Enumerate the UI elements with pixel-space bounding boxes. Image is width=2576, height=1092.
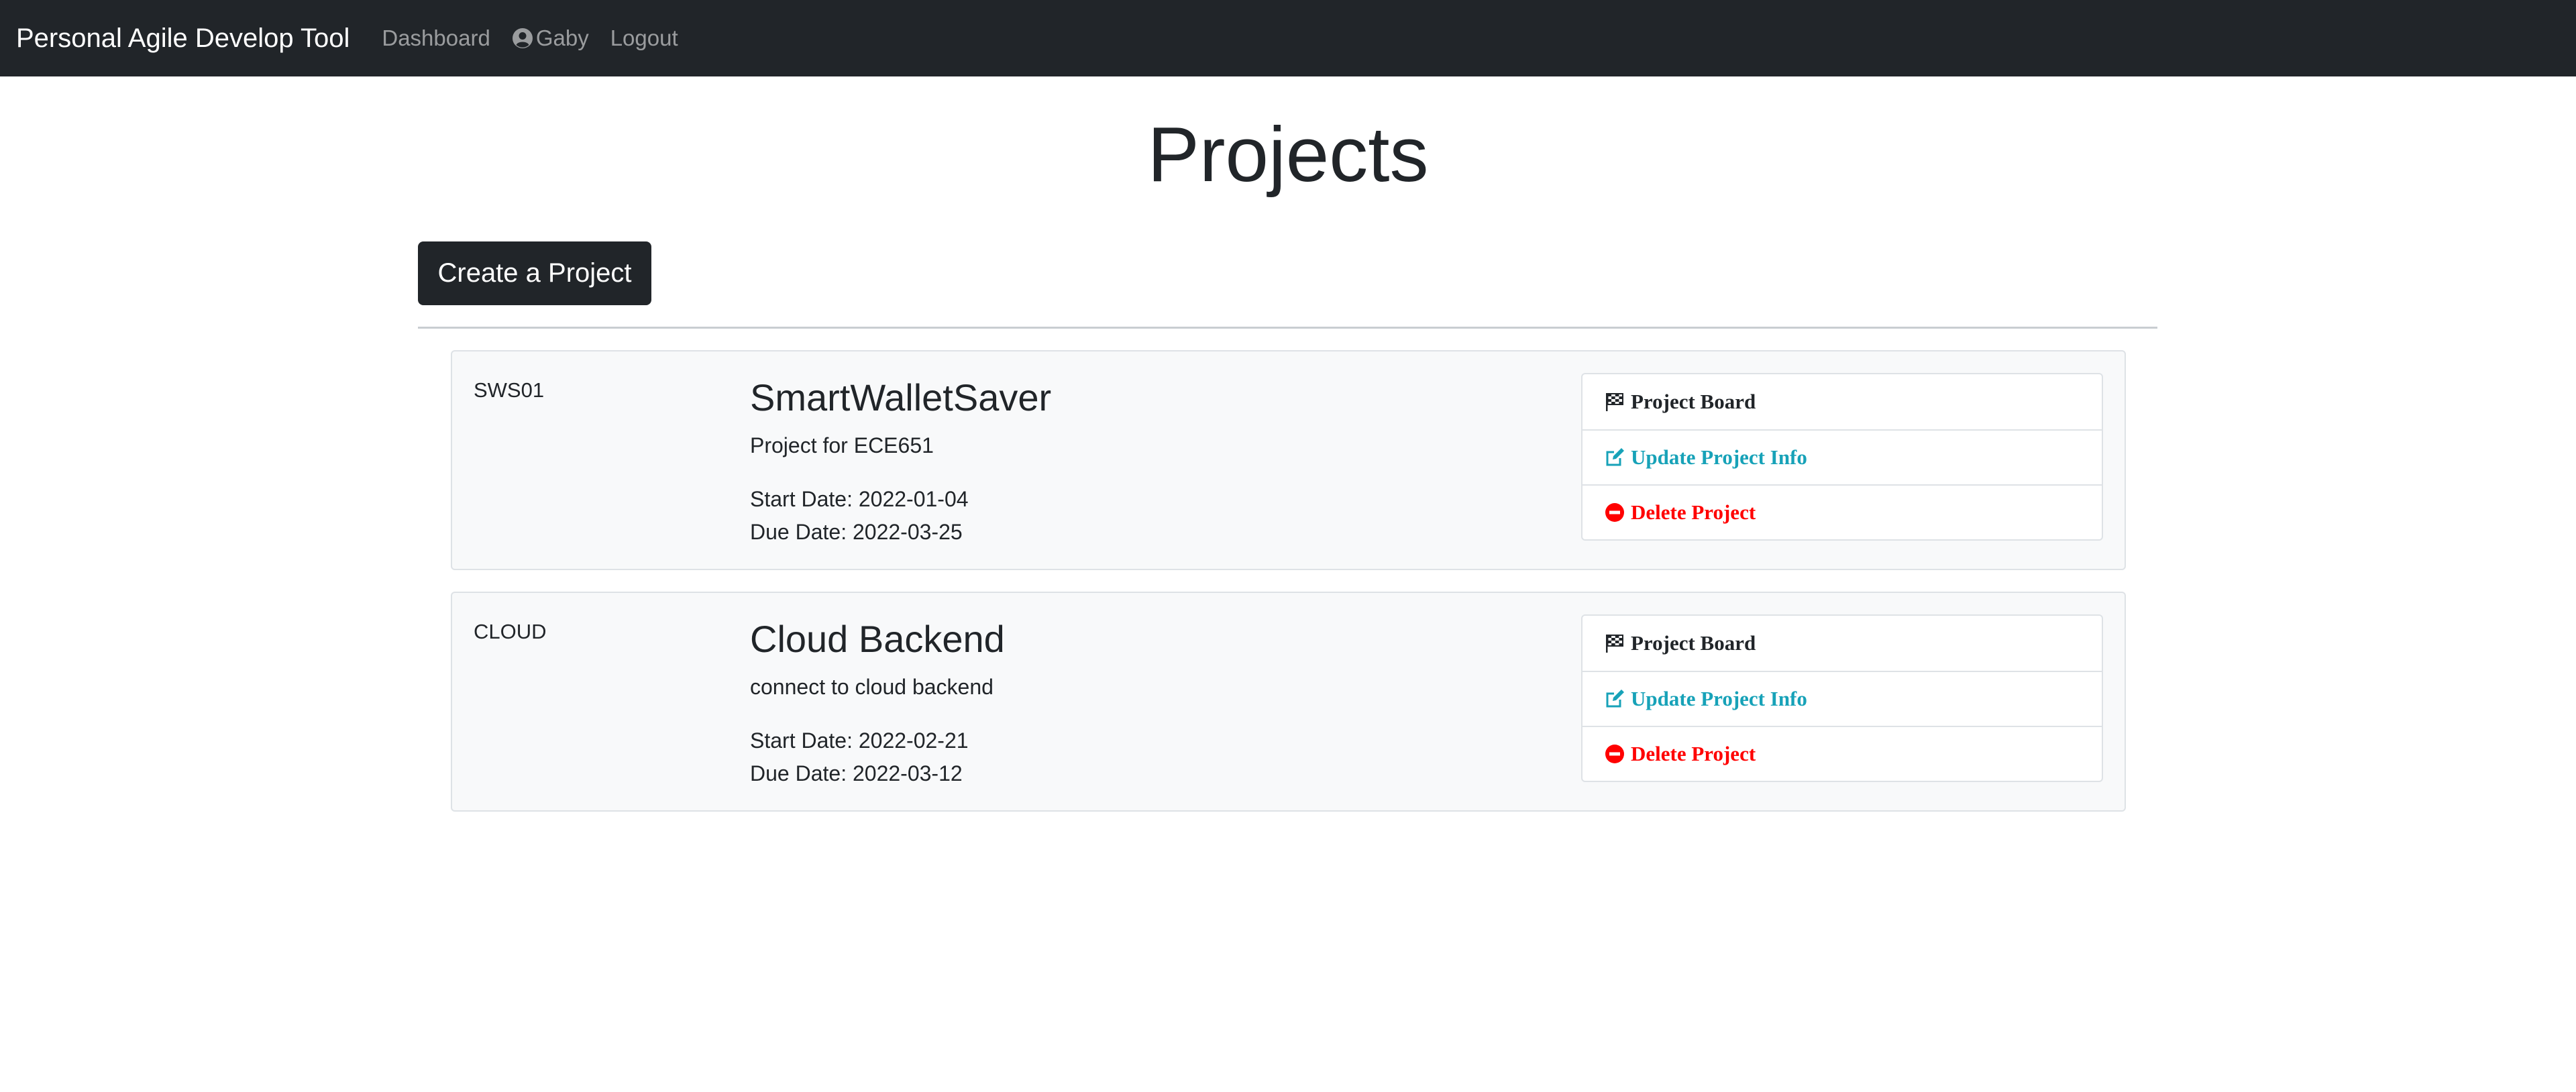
user-circle-icon	[512, 28, 533, 48]
edit-icon	[1606, 448, 1624, 466]
project-board-label: Project Board	[1631, 390, 1756, 413]
edit-icon	[1606, 690, 1624, 708]
project-actions: Project Board Update Project Info Delete…	[1581, 614, 2103, 782]
project-due-date: Due Date: 2022-03-25	[750, 520, 963, 544]
create-project-label: Create a Project	[437, 258, 632, 288]
create-project-button[interactable]: Create a Project	[418, 241, 651, 305]
project-description: Project for ECE651	[750, 433, 934, 457]
delete-project-label: Delete Project	[1631, 742, 1756, 765]
project-card: CLOUD Cloud Backend connect to cloud bac…	[451, 592, 2126, 812]
nav-dashboard-link[interactable]: Dashboard	[382, 25, 490, 51]
project-card: SWS01 SmartWalletSaver Project for ECE65…	[451, 350, 2126, 570]
project-start-date: Start Date: 2022-02-21	[750, 728, 969, 753]
update-project-label: Update Project Info	[1631, 687, 1807, 710]
project-name: SmartWalletSaver	[750, 376, 1052, 419]
minus-circle-icon	[1605, 503, 1624, 522]
delete-project-label: Delete Project	[1631, 500, 1756, 524]
project-board-label: Project Board	[1631, 631, 1756, 655]
nav-user-label: Gaby	[535, 25, 589, 50]
project-actions: Project Board Update Project Info Delete…	[1581, 373, 2103, 541]
delete-project-button[interactable]: Delete Project	[1582, 726, 2102, 781]
project-code: SWS01	[474, 378, 545, 402]
nav-user-link[interactable]: Gaby	[512, 25, 589, 51]
flag-checkered-icon	[1606, 635, 1623, 653]
page-title: Projects	[1147, 111, 1429, 198]
update-project-button[interactable]: Update Project Info	[1582, 429, 2102, 484]
nav-logout-link[interactable]: Logout	[610, 25, 678, 51]
divider	[418, 327, 2157, 329]
update-project-button[interactable]: Update Project Info	[1582, 671, 2102, 726]
minus-circle-icon	[1605, 745, 1624, 763]
project-due-date: Due Date: 2022-03-12	[750, 761, 963, 785]
update-project-label: Update Project Info	[1631, 445, 1807, 469]
brand-link[interactable]: Personal Agile Develop Tool	[16, 23, 350, 54]
delete-project-button[interactable]: Delete Project	[1582, 484, 2102, 539]
project-name: Cloud Backend	[750, 618, 1005, 660]
navbar: Personal Agile Develop Tool Dashboard Ga…	[0, 0, 2576, 76]
nav-dashboard-label: Dashboard	[382, 25, 490, 50]
nav-logout-label: Logout	[610, 25, 678, 50]
project-description: connect to cloud backend	[750, 675, 994, 699]
flag-checkered-icon	[1606, 393, 1623, 411]
project-code: CLOUD	[474, 620, 547, 643]
project-board-button[interactable]: Project Board	[1582, 374, 2102, 429]
project-start-date: Start Date: 2022-01-04	[750, 487, 969, 511]
project-board-button[interactable]: Project Board	[1582, 616, 2102, 671]
